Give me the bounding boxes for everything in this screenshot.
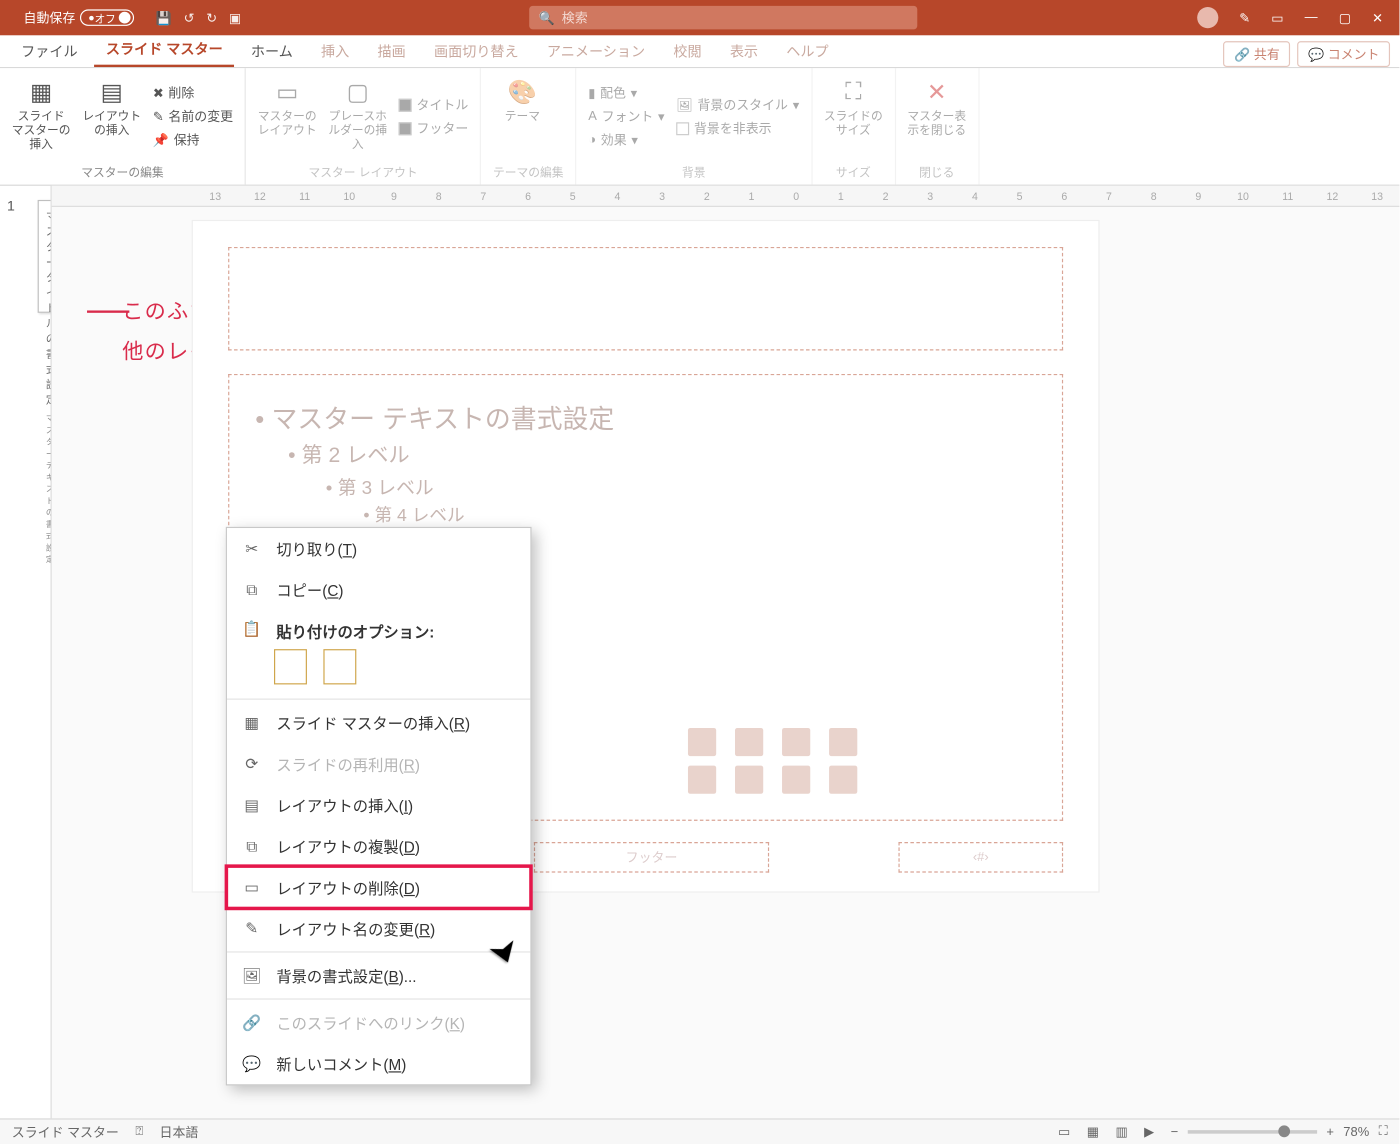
zoom-control[interactable]: − + 78% ⛶: [1171, 1124, 1388, 1139]
ctx-insert-slide-master[interactable]: ▦スライド マスターの挿入(R): [227, 702, 530, 743]
comment-icon: 💬: [241, 1054, 262, 1073]
save-icon[interactable]: 💾: [156, 10, 172, 25]
master-layout-button[interactable]: ▭マスターのレイアウト: [258, 73, 317, 160]
ctx-insert-layout[interactable]: ▤レイアウトの挿入(I): [227, 784, 530, 825]
reuse-icon: ⟳: [241, 754, 262, 773]
layout-icon: ▤: [241, 796, 262, 815]
footer-placeholder[interactable]: フッター: [534, 842, 769, 873]
ctx-delete-layout[interactable]: ▭レイアウトの削除(D): [227, 867, 530, 908]
ctx-new-comment[interactable]: 💬新しいコメント(M): [227, 1043, 530, 1084]
start-slideshow-icon[interactable]: ▣: [229, 10, 241, 25]
thumbnail-panel: 1 マスター タイトルの書式設定 マスター テキストの書式設定 第 2 レベル …: [0, 186, 52, 1119]
background-icon: 🖼: [241, 966, 262, 985]
search-box[interactable]: 🔍 検索: [529, 6, 917, 30]
themes-button[interactable]: 🎨テーマ: [493, 73, 552, 160]
tab-home[interactable]: ホーム: [239, 34, 304, 67]
title-placeholder[interactable]: [228, 247, 1063, 350]
scissors-icon: ✂: [241, 539, 262, 558]
group-label: 背景: [588, 160, 799, 182]
rename-button[interactable]: ✎ 名前の変更: [153, 107, 233, 126]
footer-checkbox[interactable]: フッター: [399, 119, 468, 138]
group-label: テーマの編集: [493, 160, 564, 182]
master-thumbnail[interactable]: マスター タイトルの書式設定 マスター テキストの書式設定 第 2 レベル 第 …: [38, 200, 52, 313]
horizontal-ruler: 13121110987654321012345678910111213: [52, 186, 1400, 207]
sorter-view-icon[interactable]: ▦: [1087, 1124, 1099, 1139]
hide-bg-checkbox[interactable]: 背景を非表示: [676, 119, 799, 138]
title-bar: 自動保存 ●オフ 💾 ↺ ↻ ▣ 🔍 検索 ✎ ▭ — ▢ ✕: [0, 0, 1399, 35]
ctx-duplicate-layout[interactable]: ⧉レイアウトの複製(D): [227, 826, 530, 867]
zoom-level[interactable]: 78%: [1343, 1125, 1369, 1139]
paste-keep-theme-icon[interactable]: [274, 649, 307, 684]
tab-transitions[interactable]: 画面切り替え: [422, 34, 530, 67]
slide-master-icon: ▦: [241, 713, 262, 732]
copy-icon: ⧉: [241, 580, 262, 599]
group-label: マスターの編集: [12, 160, 233, 182]
duplicate-icon: ⧉: [241, 837, 262, 856]
slideshow-view-icon[interactable]: ▶: [1144, 1124, 1154, 1139]
delete-button[interactable]: ✖ 削除: [153, 83, 233, 102]
paste-picture-icon[interactable]: [323, 649, 356, 684]
close-master-button[interactable]: ✕マスター表示を閉じる: [907, 73, 966, 160]
close-icon[interactable]: ✕: [1372, 10, 1383, 25]
tab-insert[interactable]: 挿入: [309, 34, 361, 67]
ctx-cut[interactable]: ✂切り取り(T): [227, 528, 530, 569]
maximize-icon[interactable]: ▢: [1339, 10, 1351, 25]
group-label: サイズ: [824, 160, 883, 182]
normal-view-icon[interactable]: ▭: [1058, 1124, 1070, 1139]
reading-view-icon[interactable]: ▥: [1115, 1124, 1127, 1139]
pen-icon[interactable]: ✎: [1239, 10, 1250, 25]
title-checkbox[interactable]: タイトル: [399, 95, 468, 114]
ctx-link-to-slide: 🔗このスライドへのリンク(K): [227, 1002, 530, 1043]
clipboard-icon: 📋: [241, 620, 262, 642]
tab-review[interactable]: 校閲: [662, 34, 714, 67]
mouse-cursor-icon: [484, 926, 525, 978]
tab-slide-master[interactable]: スライド マスター: [94, 32, 234, 67]
tab-help[interactable]: ヘルプ: [775, 34, 841, 67]
status-bar: スライド マスター ⍰ 日本語 ▭ ▦ ▥ ▶ − + 78% ⛶: [0, 1118, 1399, 1144]
insert-layout-button[interactable]: ▤レイアウトの挿入: [82, 73, 141, 160]
share-button[interactable]: 🔗 共有: [1224, 41, 1291, 67]
master-index: 1: [7, 198, 15, 214]
minimize-icon[interactable]: —: [1305, 11, 1318, 25]
slide-size-button[interactable]: ⛶スライドのサイズ: [824, 73, 883, 160]
redo-icon[interactable]: ↻: [206, 10, 217, 25]
fit-window-icon[interactable]: ⛶: [1379, 1124, 1388, 1139]
group-label: マスター レイアウト: [258, 160, 469, 182]
tab-file[interactable]: ファイル: [9, 34, 89, 67]
accessibility-icon[interactable]: ⍰: [135, 1124, 143, 1139]
account-icon[interactable]: [1197, 7, 1218, 28]
undo-icon[interactable]: ↺: [184, 10, 195, 25]
rename-icon: ✎: [241, 919, 262, 938]
ribbon-options-icon[interactable]: ▭: [1271, 10, 1283, 25]
context-menu: ✂切り取り(T) ⧉コピー(C) 📋貼り付けのオプション: ▦スライド マスター…: [226, 527, 532, 1086]
insert-slide-master-button[interactable]: ▦スライド マスターの挿入: [12, 73, 71, 160]
ctx-copy[interactable]: ⧉コピー(C): [227, 569, 530, 610]
autosave-toggle[interactable]: 自動保存 ●オフ: [24, 8, 135, 27]
insert-placeholder-button[interactable]: ▢プレースホルダーの挿入: [328, 73, 387, 160]
content-icons[interactable]: [688, 728, 862, 794]
ctx-reuse-slides: ⟳スライドの再利用(R): [227, 743, 530, 784]
colors-button[interactable]: ▮ 配色 ▾: [588, 83, 664, 102]
tab-view[interactable]: 表示: [718, 34, 770, 67]
link-icon: 🔗: [241, 1013, 262, 1032]
group-label: 閉じる: [907, 160, 966, 182]
tab-animations[interactable]: アニメーション: [535, 34, 657, 67]
ctx-rename-layout[interactable]: ✎レイアウト名の変更(R): [227, 908, 530, 949]
zoom-in-icon[interactable]: +: [1326, 1125, 1334, 1139]
ctx-paste-header: 📋貼り付けのオプション:: [227, 610, 530, 644]
comments-button[interactable]: 💬 コメント: [1297, 41, 1390, 67]
tab-draw[interactable]: 描画: [366, 34, 418, 67]
bg-styles-button[interactable]: 🖼 背景のスタイル ▾: [676, 95, 799, 114]
ribbon: ▦スライド マスターの挿入 ▤レイアウトの挿入 ✖ 削除 ✎ 名前の変更 📌 保…: [0, 68, 1399, 186]
effects-button[interactable]: ◑ 効果 ▾: [588, 131, 664, 150]
search-icon: 🔍: [539, 10, 555, 25]
slidenum-placeholder[interactable]: ‹#›: [898, 842, 1063, 873]
zoom-out-icon[interactable]: −: [1171, 1125, 1179, 1139]
ribbon-tabs: ファイル スライド マスター ホーム 挿入 描画 画面切り替え アニメーション …: [0, 35, 1399, 68]
fonts-button[interactable]: A フォント ▾: [588, 107, 664, 126]
status-language[interactable]: 日本語: [160, 1122, 199, 1141]
status-mode: スライド マスター: [12, 1122, 119, 1141]
preserve-button[interactable]: 📌 保持: [153, 131, 233, 150]
delete-layout-icon: ▭: [241, 878, 262, 897]
